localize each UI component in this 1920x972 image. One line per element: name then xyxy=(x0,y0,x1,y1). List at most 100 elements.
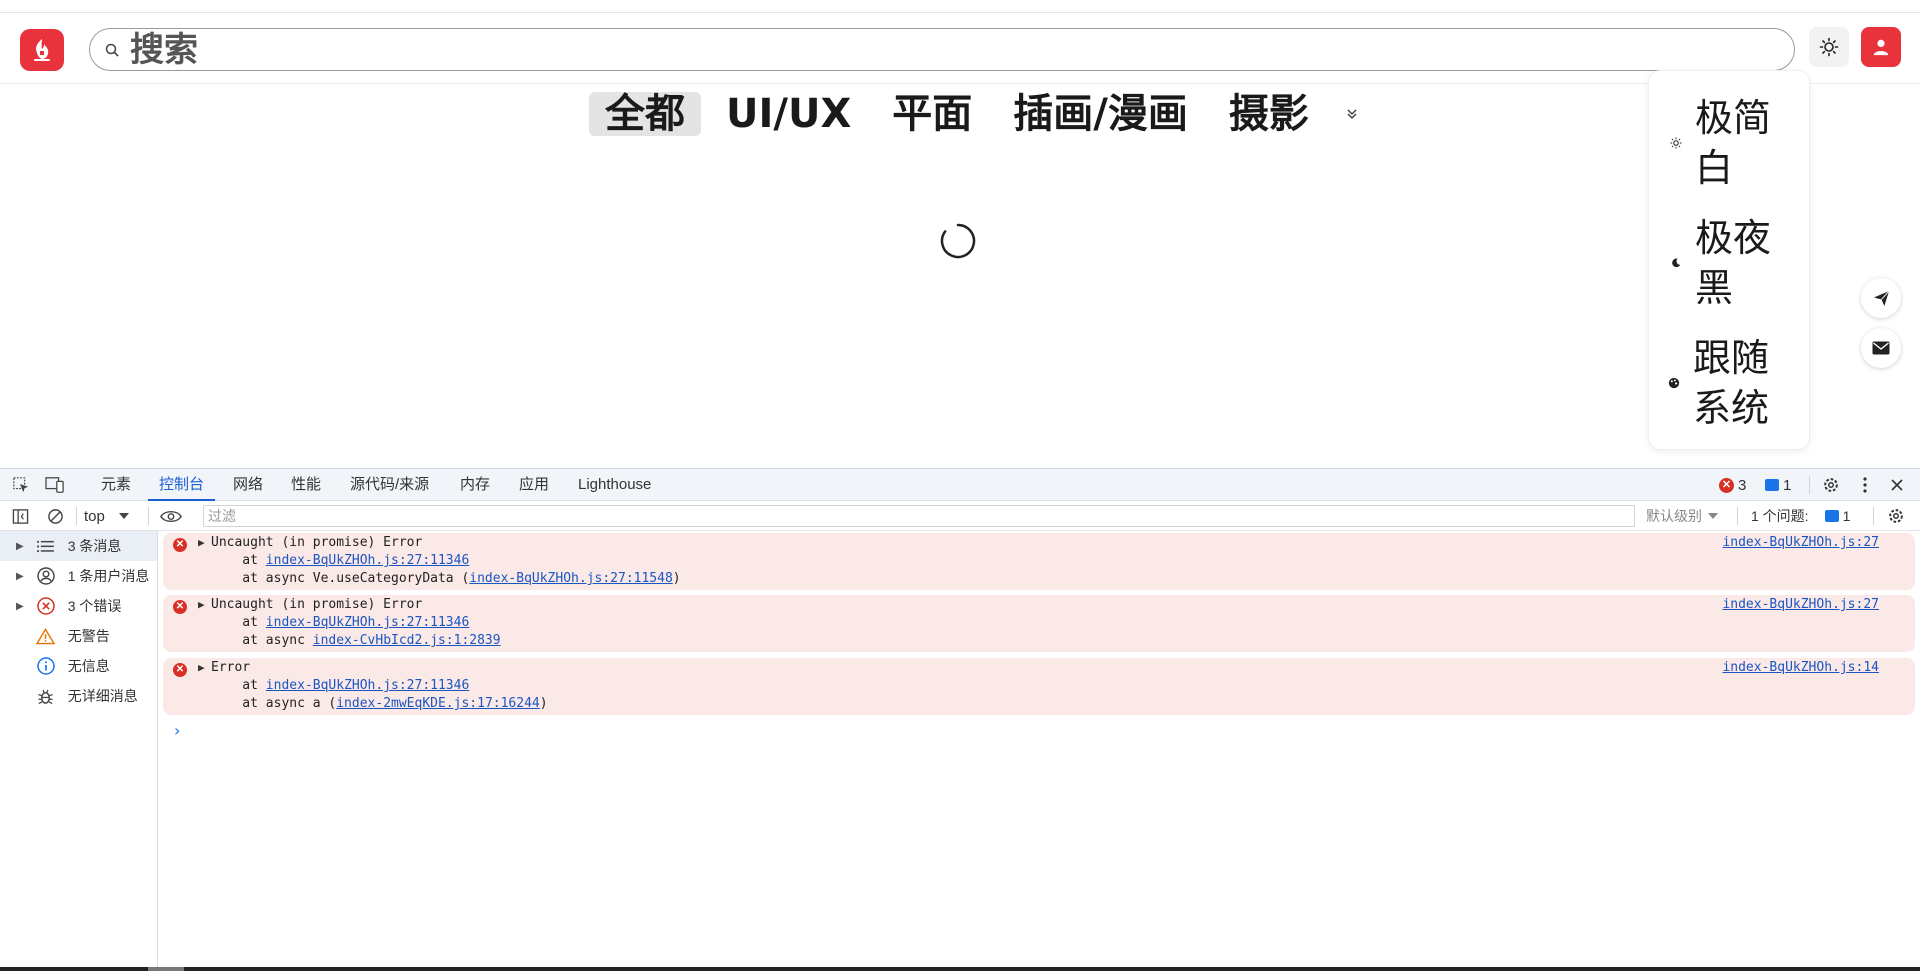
issues-label: 1 个问题: xyxy=(1751,508,1809,524)
site-logo[interactable] xyxy=(20,29,64,71)
context-value: top xyxy=(84,507,105,525)
stack-link[interactable]: index-BqUkZHOh.js:27:11346 xyxy=(266,678,470,693)
tab-network[interactable]: 网络 xyxy=(233,469,263,501)
tab-performance[interactable]: 性能 xyxy=(291,469,321,501)
category-tab-photography[interactable]: 摄影 xyxy=(1213,92,1325,136)
tab-sources[interactable]: 源代码/来源 xyxy=(350,469,429,501)
theme-option-label: 跟随系统 xyxy=(1693,336,1770,430)
expand-triangle-icon[interactable]: ▶ xyxy=(198,661,205,674)
category-tab-uiux[interactable]: UI/UX xyxy=(710,92,867,136)
stack-link[interactable]: index-2mwEqKDE.js:17:16244 xyxy=(336,696,540,711)
sidebar-item-label: 无详细消息 xyxy=(67,688,138,704)
sidebar-item-verbose[interactable]: 无详细消息 xyxy=(0,681,157,711)
sidebar-item-info[interactable]: 无信息 xyxy=(0,651,157,681)
category-tab-all[interactable]: 全都 xyxy=(589,92,701,136)
message-icon xyxy=(1824,510,1839,522)
theme-toggle-button[interactable] xyxy=(1809,27,1849,67)
divider xyxy=(1809,476,1810,494)
theme-option-dark[interactable]: 极夜黑 xyxy=(1669,213,1775,313)
theme-option-system[interactable]: 跟随系统 xyxy=(1667,333,1773,433)
sidebar-item-label: 1 条用户消息 xyxy=(67,568,150,584)
search-box[interactable] xyxy=(89,28,1795,71)
sidebar-item-errors[interactable]: ▶ 3 个错误 xyxy=(0,591,157,621)
stack-line: at async a (index-2mwEqKDE.js:17:16244) xyxy=(211,695,547,713)
more-options-icon[interactable] xyxy=(1854,475,1876,495)
clear-console-icon[interactable] xyxy=(45,506,65,526)
scrollbar-thumb[interactable] xyxy=(148,967,184,971)
close-icon[interactable] xyxy=(1886,475,1908,495)
paper-plane-icon xyxy=(1873,290,1889,306)
list-icon xyxy=(36,536,56,556)
sidebar-item-label: 3 条消息 xyxy=(67,538,122,554)
divider xyxy=(1737,507,1738,525)
console-error-message[interactable]: ✕ ▶ Error index-BqUkZHOh.js:14 at index-… xyxy=(163,658,1915,715)
console-error-message[interactable]: ✕ ▶ Uncaught (in promise) Error index-Bq… xyxy=(163,533,1915,590)
sidebar-item-warnings[interactable]: 无警告 xyxy=(0,621,157,651)
stack-line: at async Ve.useCategoryData (index-BqUkZ… xyxy=(211,570,680,588)
expand-triangle-icon[interactable]: ▶ xyxy=(198,598,205,611)
stack-link[interactable]: index-BqUkZHOh.js:27:11548 xyxy=(469,571,673,586)
expand-arrow-icon[interactable]: ▶ xyxy=(16,601,26,612)
issues-count: 1 xyxy=(1842,508,1851,524)
message-count-badge[interactable]: 1 xyxy=(1765,469,1791,501)
message-count: 1 xyxy=(1783,476,1792,494)
info-icon xyxy=(36,656,56,676)
error-title: Error xyxy=(211,660,251,675)
more-categories-button[interactable] xyxy=(1342,104,1362,124)
tab-console[interactable]: 控制台 xyxy=(148,469,216,501)
sidebar-toggle-icon[interactable] xyxy=(10,506,30,526)
divider xyxy=(1873,507,1874,525)
console-settings-gear-icon[interactable] xyxy=(1886,506,1906,526)
stack-text: at async Ve.useCategoryData ( xyxy=(211,571,470,586)
console-prompt-chevron-icon[interactable]: › xyxy=(174,721,180,740)
context-selector[interactable]: top xyxy=(84,505,129,527)
expand-arrow-icon[interactable]: ▶ xyxy=(16,541,26,552)
dropdown-arrow-icon xyxy=(1708,513,1718,519)
theme-option-light[interactable]: 极简白 xyxy=(1669,93,1775,193)
tab-memory[interactable]: 内存 xyxy=(460,469,490,501)
stack-link[interactable]: index-CvHbIcd2.js:1:2839 xyxy=(313,633,501,648)
message-icon xyxy=(1765,479,1779,491)
expand-arrow-icon[interactable]: ▶ xyxy=(16,571,26,582)
settings-gear-icon[interactable] xyxy=(1820,475,1842,495)
inspect-element-icon[interactable] xyxy=(10,475,32,495)
error-icon: ✕ xyxy=(1719,477,1734,493)
issues-counter[interactable]: 1 个问题: 1 xyxy=(1751,505,1850,527)
stack-link[interactable]: index-BqUkZHOh.js:27:11346 xyxy=(266,615,470,630)
devtools-tab-bar: 元素 控制台 网络 性能 源代码/来源 内存 应用 Lighthouse ✕ 3 … xyxy=(0,469,1920,501)
tab-elements[interactable]: 元素 xyxy=(101,469,131,501)
sidebar-item-label: 无警告 xyxy=(67,628,110,644)
tab-application[interactable]: 应用 xyxy=(519,469,549,501)
source-link[interactable]: index-BqUkZHOh.js:14 xyxy=(1722,659,1879,677)
device-toolbar-icon[interactable] xyxy=(44,475,66,495)
tab-lighthouse[interactable]: Lighthouse xyxy=(578,469,651,501)
category-tab-illustration[interactable]: 插画/漫画 xyxy=(997,92,1204,136)
expand-triangle-icon[interactable]: ▶ xyxy=(198,536,205,549)
email-button[interactable] xyxy=(1861,328,1901,368)
search-input[interactable] xyxy=(130,29,1630,70)
source-link[interactable]: index-BqUkZHOh.js:27 xyxy=(1722,534,1879,552)
error-title: Uncaught (in promise) Error xyxy=(211,535,423,550)
console-filter-input[interactable] xyxy=(203,505,1635,527)
sidebar-item-user-messages[interactable]: ▶ 1 条用户消息 xyxy=(0,561,157,591)
log-level-dropdown[interactable]: 默认级别 xyxy=(1646,505,1718,527)
error-icon xyxy=(36,596,56,616)
live-expression-eye-icon[interactable] xyxy=(158,506,184,526)
double-chevron-down-icon xyxy=(1347,109,1357,119)
telegram-button[interactable] xyxy=(1861,278,1901,318)
divider xyxy=(76,507,77,525)
console-error-message[interactable]: ✕ ▶ Uncaught (in promise) Error index-Bq… xyxy=(163,595,1915,652)
bottom-scrollbar[interactable] xyxy=(0,967,1920,971)
category-tab-graphic[interactable]: 平面 xyxy=(876,92,988,136)
source-link[interactable]: index-BqUkZHOh.js:27 xyxy=(1722,596,1879,614)
stack-link[interactable]: index-BqUkZHOh.js:27:11346 xyxy=(266,553,470,568)
error-icon: ✕ xyxy=(173,663,187,677)
stack-text: at async a ( xyxy=(211,696,337,711)
console-toolbar: top 默认级别 1 个问题: 1 xyxy=(0,501,1920,531)
error-title: Uncaught (in promise) Error xyxy=(211,597,423,612)
sidebar-item-messages[interactable]: ▶ 3 条消息 xyxy=(0,531,157,561)
user-icon xyxy=(36,566,56,586)
error-count-badge[interactable]: ✕ 3 xyxy=(1719,469,1746,501)
user-avatar-button[interactable] xyxy=(1861,27,1901,67)
error-icon: ✕ xyxy=(173,600,187,614)
